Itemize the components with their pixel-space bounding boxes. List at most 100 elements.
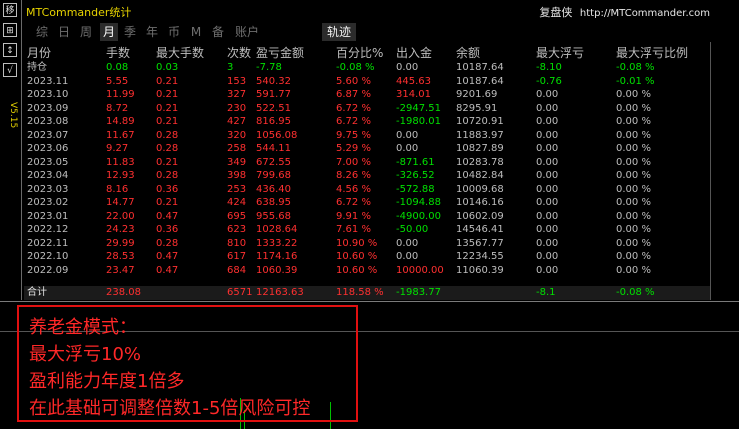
cell-balance: 10602.09 — [456, 210, 504, 222]
col-max-lots[interactable]: 最大手数 — [156, 44, 204, 61]
cell-deposit: -2947.51 — [396, 102, 441, 114]
col-balance[interactable]: 余额 — [456, 44, 480, 61]
table-row[interactable]: 持仓 0.08 0.03 3 -7.78 -0.08 % 0.00 10187.64 -8.10… — [24, 61, 710, 74]
tab-year[interactable]: 年 — [144, 23, 160, 41]
table-row[interactable]: 2022.12 24.23 0.36 623 1028.64 7.61 % -50.00 14… — [24, 223, 710, 236]
cell-max-drawdown-pct: 0.00 % — [616, 102, 651, 114]
brand-url[interactable]: http://MTCommander.com — [580, 8, 710, 19]
table-row[interactable]: 2023.02 14.77 0.21 424 638.95 6.72 % -1094.88 1… — [24, 196, 710, 209]
app-title: MTCommander统计 — [26, 6, 132, 19]
cell-max-drawdown: 0.00 — [536, 89, 559, 100]
col-pnl[interactable]: 盈亏金额 — [256, 44, 304, 61]
table-row[interactable]: 2023.06 9.27 0.28 258 544.11 5.29 % 0.00 10827.… — [24, 142, 710, 155]
cell-month: 2023.07 — [27, 129, 69, 141]
table-row[interactable]: 2023.07 11.67 0.28 320 1056.08 9.75 % 0.00 1188… — [24, 129, 710, 142]
table-row[interactable]: 2022.10 28.53 0.47 617 1174.16 10.60 % 0.00 122… — [24, 250, 710, 263]
cell-lots: 23.47 — [106, 264, 135, 276]
cell-balance: 8295.91 — [456, 102, 498, 114]
cell-percent: 9.75 % — [336, 129, 371, 141]
cell-deposit: -50.00 — [396, 224, 429, 235]
total-max-drawdown-pct: -0.08 % — [616, 287, 655, 298]
cell-pnl: 1028.64 — [256, 224, 298, 235]
cell-pnl: 638.95 — [256, 197, 291, 208]
col-deposit[interactable]: 出入金 — [396, 44, 432, 61]
cell-lots: 29.99 — [106, 237, 135, 249]
cell-deposit: -572.88 — [396, 183, 435, 195]
cell-max-drawdown-pct: -0.01 % — [616, 75, 655, 87]
col-month[interactable]: 月份 — [27, 44, 51, 61]
cell-lots: 11.67 — [106, 129, 135, 141]
cell-max-lots: 0.21 — [156, 102, 179, 114]
cell-max-lots: 0.03 — [156, 62, 179, 73]
cell-count: 327 — [227, 89, 247, 100]
resize-icon[interactable]: ↕ — [3, 43, 17, 57]
cell-count: 3 — [227, 62, 234, 73]
col-max-drawdown[interactable]: 最大浮亏 — [536, 44, 584, 61]
tab-notes[interactable]: 备 — [210, 23, 226, 41]
tab-magic[interactable]: M — [190, 23, 202, 41]
cell-max-drawdown-pct: 0.00 % — [616, 116, 651, 127]
table-row[interactable]: 2022.09 23.47 0.47 684 1060.39 10.60 % 10000.0… — [24, 264, 710, 277]
cell-balance: 10827.89 — [456, 143, 504, 154]
tab-currency[interactable]: 币 — [166, 23, 182, 41]
table-row[interactable]: 2023.05 11.83 0.21 349 672.55 7.00 % -871.61 10… — [24, 156, 710, 169]
table-row[interactable]: 2023.10 11.99 0.21 327 591.77 6.87 % 314.01 920… — [24, 88, 710, 101]
annotation-box: 养老金模式： 最大浮亏10% 盈利能力年度1倍多 在此基础可调整倍数1-5倍风险… — [17, 305, 358, 422]
cell-balance: 13567.77 — [456, 237, 504, 249]
table-row[interactable]: 2023.09 8.72 0.21 230 522.51 6.72 % -2947.51 82… — [24, 102, 710, 115]
table-row[interactable]: 2023.03 8.16 0.36 253 436.40 4.56 % -572.88 100… — [24, 183, 710, 196]
col-percent[interactable]: 百分比% — [336, 44, 383, 61]
col-max-drawdown-pct[interactable]: 最大浮亏比例 — [616, 44, 688, 61]
cell-count: 230 — [227, 102, 247, 114]
stats-table: 月份 手数 最大手数 次数 盈亏金额 百分比% 出入金 余额 最大浮亏 最大浮亏… — [24, 42, 711, 300]
cell-max-drawdown: 0.00 — [536, 237, 559, 249]
grid-icon[interactable]: ⊞ — [3, 23, 17, 37]
cell-max-lots: 0.36 — [156, 224, 179, 235]
col-lots[interactable]: 手数 — [106, 44, 130, 61]
cell-month: 2023.02 — [27, 197, 69, 208]
table-row[interactable]: 2023.08 14.89 0.21 427 816.95 6.72 % -1980.01 1… — [24, 115, 710, 128]
cell-max-drawdown-pct: 0.00 % — [616, 237, 651, 249]
cell-deposit: 0.00 — [396, 251, 419, 262]
move-icon[interactable]: 移 — [3, 3, 17, 17]
cell-max-lots: 0.28 — [156, 237, 179, 249]
col-count[interactable]: 次数 — [227, 44, 251, 61]
cell-month: 2023.04 — [27, 170, 69, 181]
cell-lots: 22.00 — [106, 210, 135, 222]
cell-percent: 10.60 % — [336, 264, 378, 276]
cell-pnl: -7.78 — [256, 62, 282, 73]
table-row[interactable]: 2023.04 12.93 0.28 398 799.68 8.26 % -326.52 10… — [24, 169, 710, 182]
cell-max-drawdown: -0.76 — [536, 75, 562, 87]
table-row[interactable]: 2023.11 5.55 0.21 153 540.32 5.60 % 445.63 1018… — [24, 75, 710, 88]
cell-count: 617 — [227, 251, 247, 262]
cell-percent: 9.91 % — [336, 210, 371, 222]
cell-count: 153 — [227, 75, 247, 87]
check-icon[interactable]: √ — [3, 63, 17, 77]
cell-balance: 9201.69 — [456, 89, 498, 100]
cell-max-drawdown-pct: 0.00 % — [616, 251, 651, 262]
tab-day[interactable]: 日 — [56, 23, 72, 41]
cell-percent: 6.72 % — [336, 102, 371, 114]
table-row[interactable]: 2023.01 22.00 0.47 695 955.68 9.91 % -4900.00 1… — [24, 210, 710, 223]
cell-pnl: 799.68 — [256, 170, 291, 181]
cell-percent: 8.26 % — [336, 170, 371, 181]
tab-account[interactable]: 账户 — [232, 23, 262, 41]
cell-balance: 12234.55 — [456, 251, 504, 262]
cell-max-lots: 0.47 — [156, 210, 179, 222]
tab-week[interactable]: 周 — [78, 23, 94, 41]
cell-max-drawdown: 0.00 — [536, 183, 559, 195]
cell-max-drawdown-pct: 0.00 % — [616, 264, 651, 276]
table-row[interactable]: 2022.11 29.99 0.28 810 1333.22 10.90 % 0.00 135… — [24, 237, 710, 250]
cell-max-lots: 0.21 — [156, 156, 179, 168]
cell-balance: 10482.84 — [456, 170, 504, 181]
cell-max-lots: 0.47 — [156, 251, 179, 262]
brand-label: 复盘侠 — [539, 6, 573, 19]
tab-quarter[interactable]: 季 — [122, 23, 138, 41]
cell-max-drawdown: 0.00 — [536, 210, 559, 222]
cell-month: 2022.11 — [27, 237, 69, 249]
track-button[interactable]: 轨迹 — [322, 23, 356, 41]
cell-pnl: 1174.16 — [256, 251, 298, 262]
total-lots: 238.08 — [106, 287, 141, 298]
tab-overall[interactable]: 综 — [34, 23, 50, 41]
tab-month[interactable]: 月 — [100, 23, 118, 41]
